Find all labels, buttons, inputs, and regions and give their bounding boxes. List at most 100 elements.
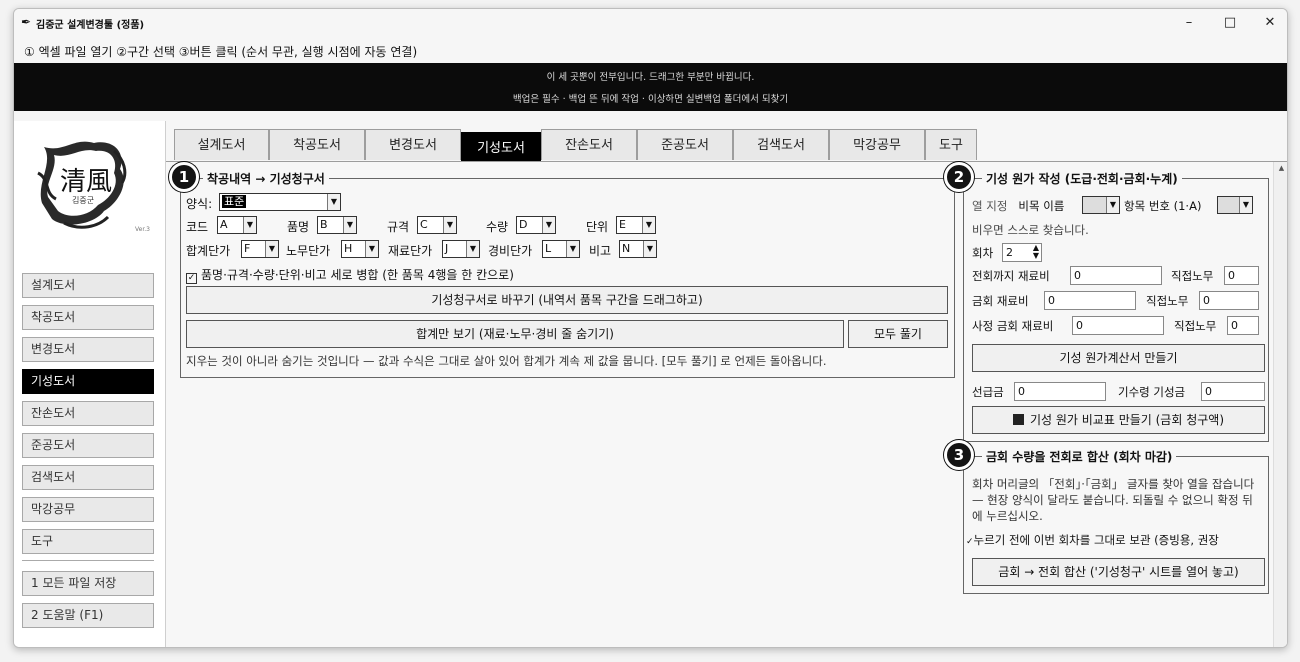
total-price-column-value: F xyxy=(244,242,251,255)
tab-start[interactable]: 착공도서 xyxy=(269,129,365,160)
chevron-down-icon: ▼ xyxy=(542,217,555,233)
prev-labor-input[interactable]: 0 xyxy=(1224,266,1259,285)
hide-note: 지우는 것이 아니라 숨기는 것입니다 — 값과 수식은 그대로 살아 있어 합… xyxy=(186,354,827,368)
site-labor-input[interactable]: 0 xyxy=(1227,316,1259,335)
expense-price-label: 경비단가 xyxy=(488,244,533,258)
make-cost-statement-button[interactable]: 기성 원가계산서 만들기 xyxy=(972,344,1265,372)
tab-tools[interactable]: 도구 xyxy=(925,129,977,160)
total-price-label: 합계단가 xyxy=(186,244,231,258)
material-price-column-select[interactable]: J ▼ xyxy=(442,240,480,258)
site-labor-label: 직접노무 xyxy=(1174,319,1217,333)
chevron-down-icon: ▼ xyxy=(327,194,340,210)
item-number-label: 항목 번호 (1·A) xyxy=(1124,199,1202,213)
help-button[interactable]: 2 도움말 (F1) xyxy=(22,603,154,628)
unit-column-select[interactable]: E ▼ xyxy=(616,216,656,234)
remark-label: 비고 xyxy=(589,244,612,258)
save-all-button[interactable]: 1 모든 파일 저장 xyxy=(22,571,154,596)
spinner-arrows-icon: ▲ ▼ xyxy=(1032,243,1039,260)
qty-column-select[interactable]: D ▼ xyxy=(516,216,556,234)
prior-paid-label: 기수령 기성금 xyxy=(1118,385,1186,399)
cur-labor-label: 직접노무 xyxy=(1146,294,1189,308)
material-price-label: 재료단가 xyxy=(388,244,433,258)
scroll-up-icon[interactable]: ▲ xyxy=(1274,164,1287,172)
spec-column-select[interactable]: C ▼ xyxy=(417,216,457,234)
chevron-down-icon: ▼ xyxy=(243,217,256,233)
tab-design[interactable]: 설계도서 xyxy=(174,129,269,160)
item-number-select[interactable]: ▼ xyxy=(1217,196,1253,214)
labor-price-column-select[interactable]: H ▼ xyxy=(341,240,379,258)
sidebar-item-remaining[interactable]: 잔손도서 xyxy=(22,401,154,426)
spec-column-value: C xyxy=(420,218,428,231)
close-button[interactable]: ✕ xyxy=(1255,13,1285,33)
maximize-button[interactable]: □ xyxy=(1215,13,1245,33)
chevron-down-icon: ▼ xyxy=(566,241,579,257)
total-price-column-select[interactable]: F ▼ xyxy=(241,240,279,258)
chevron-down-icon: ▼ xyxy=(642,217,655,233)
remark-column-select[interactable]: N ▼ xyxy=(619,240,657,258)
cur-material-input[interactable]: 0 xyxy=(1044,291,1136,310)
steps-instructions: ① 엑셀 파일 열기 ②구간 선택 ③버튼 클릭 (순서 무관, 실행 시점에 … xyxy=(24,45,418,59)
logo: 清風 김중군 Ver.3 xyxy=(34,133,150,233)
step-badge-2: 2 xyxy=(944,162,974,192)
sidebar-item-progress[interactable]: 기성도서 xyxy=(22,369,154,394)
spreadsheet-icon xyxy=(1012,414,1024,425)
sidebar-item-tools[interactable]: 도구 xyxy=(22,529,154,554)
round-spinner[interactable]: 2 ▲ ▼ xyxy=(1002,243,1042,262)
cost-name-select[interactable]: ▼ xyxy=(1082,196,1120,214)
step-badge-3: 3 xyxy=(944,440,974,470)
tab-remaining[interactable]: 잔손도서 xyxy=(541,129,637,160)
chevron-down-icon: ▼ xyxy=(643,241,656,257)
unit-column-value: E xyxy=(619,218,626,231)
labor-price-label: 노무단가 xyxy=(286,244,331,258)
name-column-select[interactable]: B ▼ xyxy=(317,216,357,234)
panel-merge-title: 금회 수량을 전회로 합산 (회차 마감) xyxy=(986,450,1173,464)
sidebar-divider xyxy=(22,560,154,561)
name-label: 품명 xyxy=(287,220,310,234)
title-bar[interactable]: ✒ 김중군 설계변경툴 (정품) – □ ✕ xyxy=(14,9,1287,37)
tab-search[interactable]: 검색도서 xyxy=(733,129,829,160)
minimize-button[interactable]: – xyxy=(1174,13,1204,33)
name-column-value: B xyxy=(320,218,328,231)
sidebar-item-design[interactable]: 설계도서 xyxy=(22,273,154,298)
tab-progress[interactable]: 기성도서 xyxy=(461,132,541,163)
round-value: 2 xyxy=(1006,246,1013,259)
cur-labor-input[interactable]: 0 xyxy=(1199,291,1259,310)
material-price-column-value: J xyxy=(445,242,449,255)
sidebar-item-completion[interactable]: 준공도서 xyxy=(22,433,154,458)
merge-checkbox[interactable]: ✓ 품명·규격·수량·단위·비고 세로 병합 (한 품목 4행을 한 칸으로) xyxy=(186,266,514,284)
tab-content: 착공내역 → 기성청구서 1 양식: 표준 ▼ 코드 A ▼ 품명 B ▼ 규격 C… xyxy=(166,161,1287,647)
make-compare-table-button[interactable]: 기성 원가 비교표 만들기 (금회 청구액) xyxy=(972,406,1265,434)
keep-round-checkbox[interactable]: ✓누르기 전에 이번 회차를 그대로 보관 (증빙용, 권장 xyxy=(966,532,1266,548)
sidebar-item-public-works[interactable]: 막강공무 xyxy=(22,497,154,522)
app-window: ✒ 김중군 설계변경툴 (정품) – □ ✕ ① 엑셀 파일 열기 ②구간 선택… xyxy=(13,8,1288,648)
tab-completion[interactable]: 준공도서 xyxy=(637,129,733,160)
unhide-all-button[interactable]: 모두 풀기 xyxy=(848,320,948,348)
expense-price-column-select[interactable]: L ▼ xyxy=(542,240,580,258)
totals-only-button[interactable]: 합계만 보기 (재료·노무·경비 줄 숨기기) xyxy=(186,320,844,348)
sidebar-item-change[interactable]: 변경도서 xyxy=(22,337,154,362)
site-material-input[interactable]: 0 xyxy=(1072,316,1164,335)
chevron-down-icon: ▼ xyxy=(1106,197,1119,213)
convert-to-progress-button[interactable]: 기성청구서로 바꾸기 (내역서 품목 구간을 드래그하고) xyxy=(186,286,948,314)
chevron-down-icon: ▼ xyxy=(365,241,378,257)
form-select[interactable]: 표준 ▼ xyxy=(219,193,341,211)
panel-cost-title: 기성 원가 작성 (도급·전회·금회·누계) xyxy=(986,172,1178,186)
vertical-scrollbar[interactable]: ▲ xyxy=(1273,162,1287,647)
banner-line-1: 이 세 곳뿐이 전부입니다. 드래그한 부분만 바뀝니다. xyxy=(546,72,755,83)
keep-round-label: 누르기 전에 이번 회차를 그대로 보관 (증빙용, 권장 xyxy=(973,533,1219,547)
logo-text: 清風 xyxy=(60,167,113,197)
tab-public-works[interactable]: 막강공무 xyxy=(829,129,925,160)
step-badge-1: 1 xyxy=(169,162,199,192)
chevron-down-icon: ▼ xyxy=(466,241,479,257)
sidebar-item-search[interactable]: 검색도서 xyxy=(22,465,154,490)
code-column-select[interactable]: A ▼ xyxy=(217,216,257,234)
advance-input[interactable]: 0 xyxy=(1014,382,1106,401)
sidebar-item-start[interactable]: 착공도서 xyxy=(22,305,154,330)
prev-material-input[interactable]: 0 xyxy=(1070,266,1162,285)
tab-change[interactable]: 변경도서 xyxy=(365,129,461,160)
prior-paid-input[interactable]: 0 xyxy=(1201,382,1265,401)
merge-to-previous-button[interactable]: 금회 → 전회 합산 ('기성청구' 시트를 열어 놓고) xyxy=(972,558,1265,586)
advance-label: 선급금 xyxy=(972,385,1004,399)
compare-button-label: 기성 원가 비교표 만들기 (금회 청구액) xyxy=(1029,413,1225,427)
spec-label: 규격 xyxy=(387,220,410,234)
